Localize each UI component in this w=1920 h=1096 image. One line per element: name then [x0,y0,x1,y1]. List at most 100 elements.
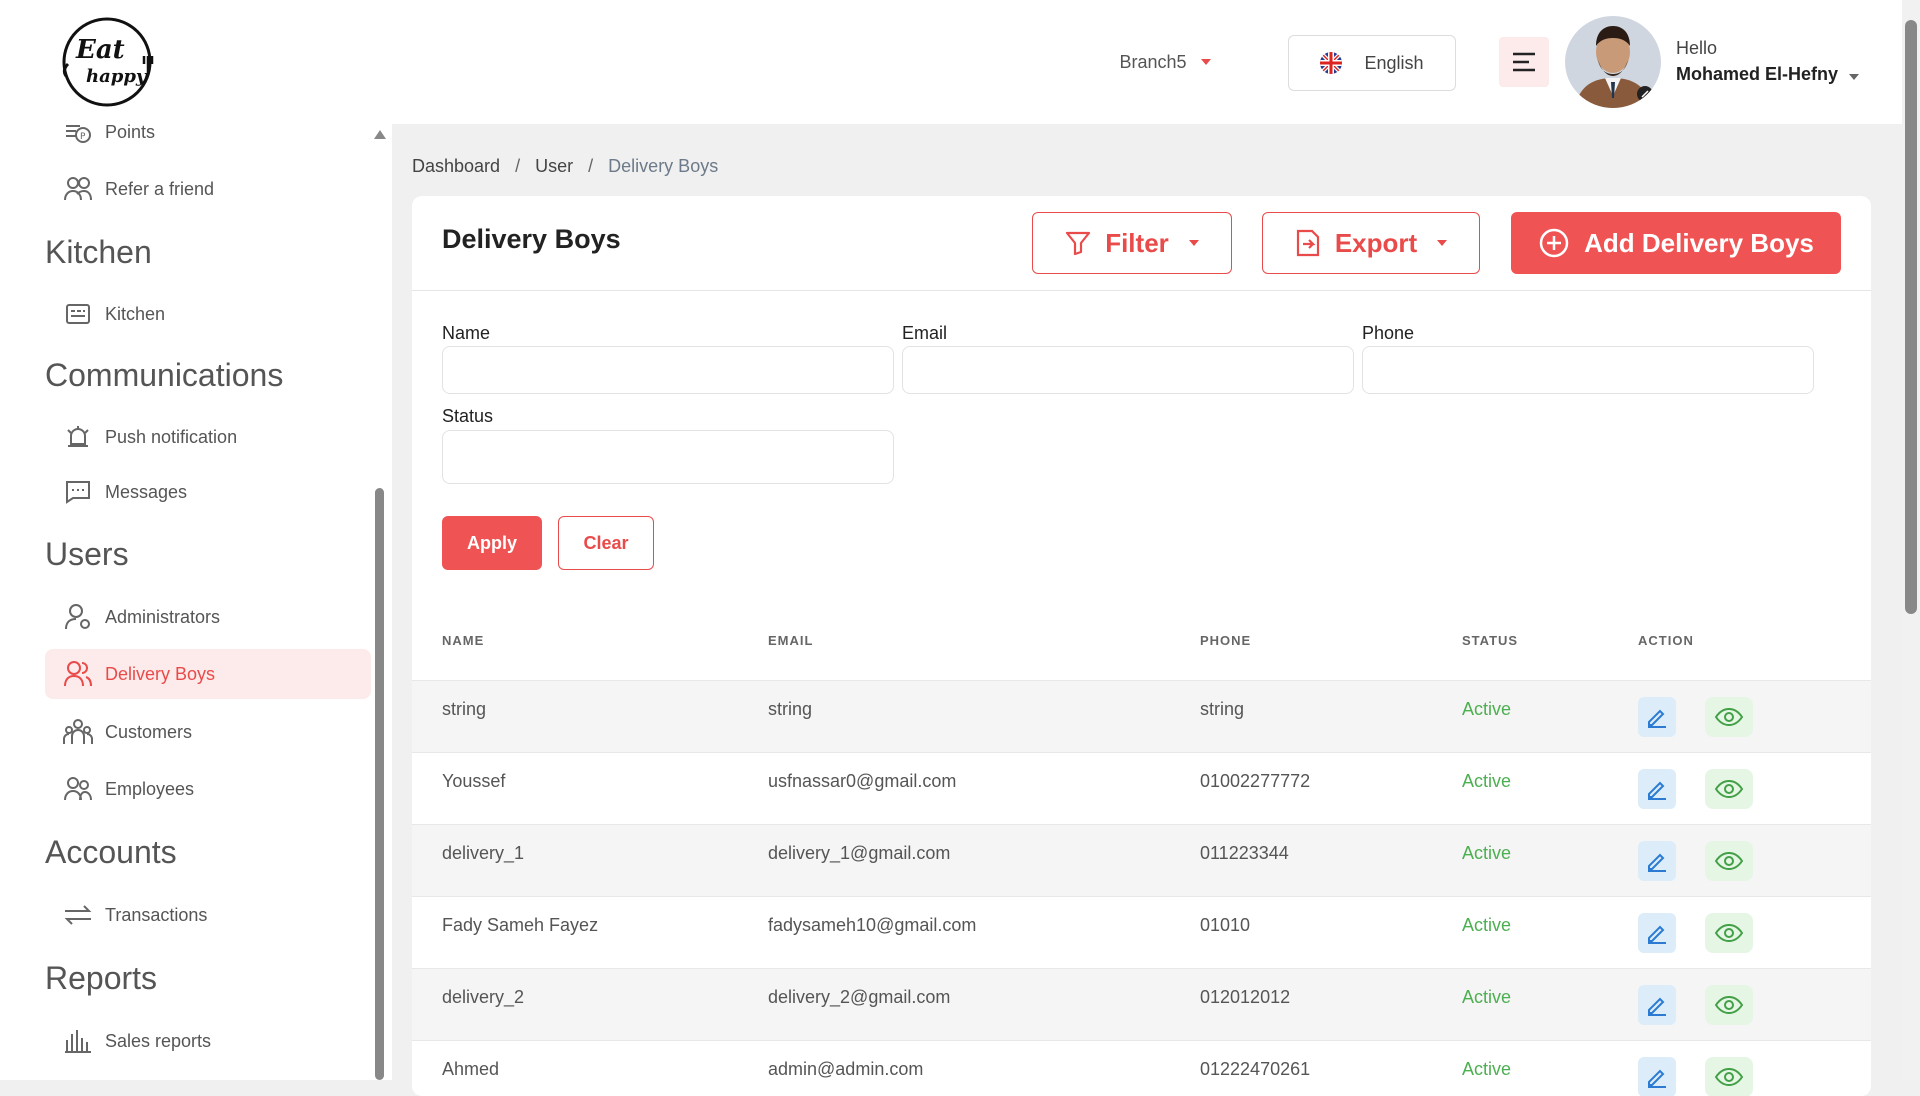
column-header-phone: PHONE [1200,633,1252,648]
sidebar: Eat happy P Points Refer a friend Kitche… [0,0,392,1080]
sidebar-item-messages[interactable]: Messages [45,467,371,517]
edit-button[interactable] [1638,985,1676,1025]
table-row: string string string Active [412,680,1871,753]
user-menu[interactable]: Mohamed El-Hefny [1676,64,1860,85]
sidebar-item-kitchen[interactable]: Kitchen [45,289,371,339]
cell-name: Youssef [442,771,506,791]
pencil-icon [1648,1069,1666,1088]
employees-icon [63,774,93,804]
view-button[interactable] [1705,913,1753,953]
sidebar-item-refer-friend[interactable]: Refer a friend [45,164,371,214]
view-button[interactable] [1705,1057,1753,1096]
cell-phone: 01002277772 [1200,771,1311,791]
language-label: English [1364,52,1424,73]
section-title-kitchen: Kitchen [45,234,152,270]
column-header-name: NAME [442,633,485,648]
view-button[interactable] [1705,697,1753,737]
header-divider [412,290,1871,291]
table-row: delivery_2 delivery_2@gmail.com 01201201… [412,968,1871,1041]
delivery-icon [63,659,93,689]
edit-button[interactable] [1638,769,1676,809]
cell-phone: 01222470261 [1200,1059,1311,1079]
sidebar-item-customers[interactable]: Customers [45,707,371,757]
status-badge: Active [1462,1059,1512,1079]
cell-name: string [442,699,487,719]
eye-icon [1714,779,1744,799]
edit-button[interactable] [1638,697,1676,737]
cell-email: delivery_2@gmail.com [768,987,951,1007]
cell-name: delivery_2 [442,987,525,1007]
sidebar-item-points[interactable]: P Points [45,107,371,157]
cell-phone: 012012012 [1200,987,1291,1007]
greeting-text: Hello [1676,38,1718,58]
page-scrollbar-thumb[interactable] [1905,20,1917,614]
name-filter-input[interactable] [442,346,894,394]
table-row: Fady Sameh Fayez fadysameh10@gmail.com 0… [412,896,1871,969]
column-header-email: EMAIL [768,633,814,648]
sidebar-item-label: Refer a friend [105,178,215,199]
svg-text:P: P [80,132,86,142]
svg-text:Eat: Eat [75,35,125,65]
page-title: Delivery Boys [442,224,621,254]
chevron-down-icon [1849,74,1860,80]
apply-button[interactable]: Apply [442,516,542,570]
status-badge: Active [1462,699,1512,719]
bell-icon [63,422,93,452]
column-header-status: STATUS [1462,633,1519,648]
sidebar-item-push-notification[interactable]: Push notification [45,412,371,462]
sidebar-item-administrators[interactable]: Administrators [45,592,371,642]
cell-phone: string [1200,699,1245,719]
clear-button[interactable]: Clear [558,516,654,570]
sidebar-item-transactions[interactable]: Transactions [45,890,371,940]
breadcrumb-dashboard[interactable]: Dashboard [412,156,500,176]
delivery-boys-card: Delivery Boys Filter Export Add Delivery… [412,196,1871,1096]
sidebar-item-label: Messages [105,481,188,502]
cell-email: delivery_1@gmail.com [768,843,951,863]
status-filter-select[interactable] [442,430,894,484]
phone-filter-input[interactable] [1362,346,1814,394]
hamburger-icon [1513,52,1535,72]
edit-button[interactable] [1638,913,1676,953]
add-delivery-boys-button[interactable]: Add Delivery Boys [1511,212,1841,274]
export-label: Export [1334,227,1418,258]
sidebar-item-employees[interactable]: Employees [45,764,371,814]
pencil-icon [1648,997,1666,1016]
filter-button[interactable]: Filter [1032,212,1232,274]
sidebar-item-sales-reports[interactable]: Sales reports [45,1016,371,1066]
pencil-icon [1648,853,1666,872]
edit-button[interactable] [1638,841,1676,881]
branch-selector[interactable]: Branch5 [1080,34,1250,90]
cell-name: Fady Sameh Fayez [442,915,599,935]
column-header-action: ACTION [1638,633,1694,648]
eat-happy-logo[interactable]: Eat happy [58,16,156,108]
pencil-icon [1648,925,1666,944]
pencil-icon [1648,781,1666,800]
eye-icon [1714,923,1744,943]
cell-email: admin@admin.com [768,1059,924,1079]
table-row: Ahmed admin@admin.com 01222470261 Active [412,1040,1871,1096]
export-button[interactable]: Export [1262,212,1480,274]
export-file-icon [1296,229,1319,257]
points-icon: P [63,117,93,147]
chevron-down-icon [1188,240,1199,246]
language-selector[interactable]: English [1288,35,1456,91]
email-filter-input[interactable] [902,346,1354,394]
svg-text:happy: happy [86,66,148,87]
name-filter-label: Name [442,323,491,343]
view-button[interactable] [1705,841,1753,881]
sidebar-item-label: Sales reports [105,1030,212,1051]
filter-label: Filter [1105,227,1169,258]
page-scrollbar[interactable] [1902,0,1920,1080]
menu-toggle-button[interactable] [1499,37,1549,87]
breadcrumb-user[interactable]: User [535,156,573,176]
edit-button[interactable] [1638,1057,1676,1096]
refer-friend-icon [63,174,93,204]
view-button[interactable] [1705,769,1753,809]
sidebar-scrollbar[interactable] [375,488,384,1080]
avatar[interactable] [1565,16,1661,108]
view-button[interactable] [1705,985,1753,1025]
sidebar-item-delivery-boys[interactable]: Delivery Boys [45,649,371,699]
section-title-users: Users [45,536,129,572]
sidebar-scroll-up-arrow[interactable] [374,130,386,139]
sidebar-item-label: Kitchen [105,303,166,324]
